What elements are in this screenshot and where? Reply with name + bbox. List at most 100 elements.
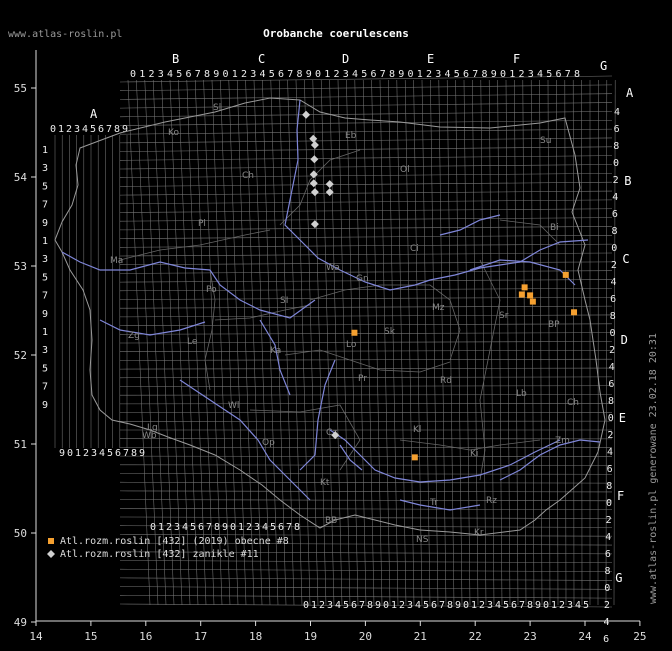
grid-digit: 0 <box>383 600 389 611</box>
grid-digit: 9 <box>42 400 48 411</box>
region-label: Po <box>206 285 217 295</box>
record-extinct-marker[interactable] <box>325 180 334 189</box>
grid-line <box>539 79 543 606</box>
grid-digit: 8 <box>214 522 220 533</box>
region-label: Wl <box>228 401 239 411</box>
grid-digit: 3 <box>250 69 256 80</box>
grid-digit: 5 <box>546 69 552 80</box>
grid-digit: 2 <box>83 448 89 459</box>
grid-digit: 8 <box>204 69 210 80</box>
river-warta <box>99 319 206 336</box>
record-extinct-marker[interactable] <box>309 170 318 179</box>
region-label: Sk <box>384 327 396 337</box>
region-label: Sr <box>499 311 509 321</box>
record-extinct-marker[interactable] <box>310 155 319 164</box>
grid-digit: 2 <box>613 175 619 186</box>
grid-digit: 6 <box>371 69 377 80</box>
grid-digit: 3 <box>91 448 97 459</box>
region-label: BP <box>548 320 560 330</box>
region-label: Sl <box>213 103 221 113</box>
grid-digit: 7 <box>42 382 48 393</box>
grid-digit: 1 <box>75 448 81 459</box>
grid-digit: 0 <box>408 69 414 80</box>
grid-digit: 4 <box>262 522 268 533</box>
grid-line <box>119 146 613 152</box>
grid-line <box>119 568 613 572</box>
grid-digit: 6 <box>607 464 613 475</box>
record-present-marker[interactable] <box>518 291 525 298</box>
grid-digit: 7 <box>565 69 571 80</box>
grid-digit: 3 <box>158 69 164 80</box>
grid-digit: 3 <box>174 522 180 533</box>
grid-line <box>438 79 447 606</box>
region-label: Eb <box>345 131 357 141</box>
grid-letter: F <box>513 52 520 66</box>
x-tick-label: 22 <box>469 630 482 643</box>
record-present-marker[interactable] <box>411 454 418 461</box>
grid-digit: 9 <box>213 69 219 80</box>
grid-letter: C <box>258 52 265 66</box>
grid-digit: 4 <box>575 600 581 611</box>
record-extinct-marker[interactable] <box>309 134 318 143</box>
grid-digit: 8 <box>389 69 395 80</box>
region-label: Ci <box>410 244 419 254</box>
x-tick-label: 14 <box>29 630 43 643</box>
record-present-marker[interactable] <box>521 284 528 291</box>
grid-digit: 4 <box>335 600 341 611</box>
grid-digit: 1 <box>471 600 477 611</box>
grid-letter: A <box>626 86 634 100</box>
grid-digit: 3 <box>528 69 534 80</box>
grid-digit: 9 <box>222 522 228 533</box>
region-label: Ch <box>567 398 579 408</box>
grid-line <box>505 79 511 606</box>
grid-digit: 9 <box>491 69 497 80</box>
grid-digit: 3 <box>42 345 48 356</box>
right-digit-column: 468024680246802468024680246802468 <box>603 107 620 645</box>
river-pilica <box>259 319 291 396</box>
region-label: Pl <box>198 219 206 229</box>
x-tick-label: 23 <box>523 630 536 643</box>
grid-digit: 1 <box>58 124 64 135</box>
record-extinct-marker[interactable] <box>309 179 318 188</box>
records <box>302 110 578 461</box>
river-east <box>469 259 576 286</box>
grid-line <box>530 79 535 606</box>
record-extinct-marker[interactable] <box>310 140 319 149</box>
record-present-marker[interactable] <box>562 271 569 278</box>
grid-digit: 1 <box>417 69 423 80</box>
record-extinct-marker[interactable] <box>310 188 319 197</box>
legend-marker <box>47 550 55 558</box>
record-present-marker[interactable] <box>529 298 536 305</box>
grid-digit: 4 <box>445 69 451 80</box>
y-tick-label: 50 <box>14 527 27 540</box>
grid-line <box>119 173 613 178</box>
record-present-marker[interactable] <box>571 309 578 316</box>
grid-digit: 8 <box>527 600 533 611</box>
x-tick-label: 21 <box>414 630 427 643</box>
grid-digit: 7 <box>286 522 292 533</box>
grid-digit: 6 <box>610 294 616 305</box>
grid-line <box>119 296 613 300</box>
record-extinct-marker[interactable] <box>302 110 311 119</box>
record-extinct-marker[interactable] <box>310 220 319 229</box>
grid-digit: 7 <box>519 600 525 611</box>
grid-digit: 5 <box>190 522 196 533</box>
distribution-map: 14 15 16 17 18 19 20 21 22 23 24 25 55545352515049 … <box>14 50 647 645</box>
grid-digit: 1 <box>42 145 48 156</box>
grid-line <box>463 79 471 606</box>
grid-digit: 1 <box>232 69 238 80</box>
grid-digit: 0 <box>613 158 619 169</box>
grid-digit: 7 <box>106 124 112 135</box>
grid-digit: 5 <box>42 181 48 192</box>
grid-line <box>480 79 487 606</box>
grid-digit: 7 <box>195 69 201 80</box>
grid-line <box>119 128 613 135</box>
record-present-marker[interactable] <box>351 329 358 336</box>
grid-digit: 1 <box>42 327 48 338</box>
left-digit-column: 1 3 5 7 9 1 3 5 7 9 1 3 5 7 9 <box>42 145 48 411</box>
grid-digit: 2 <box>319 600 325 611</box>
grid-line <box>119 235 613 239</box>
grid-digit: 5 <box>503 600 509 611</box>
x-tick-label: 19 <box>304 630 317 643</box>
record-present-marker[interactable] <box>527 292 534 299</box>
